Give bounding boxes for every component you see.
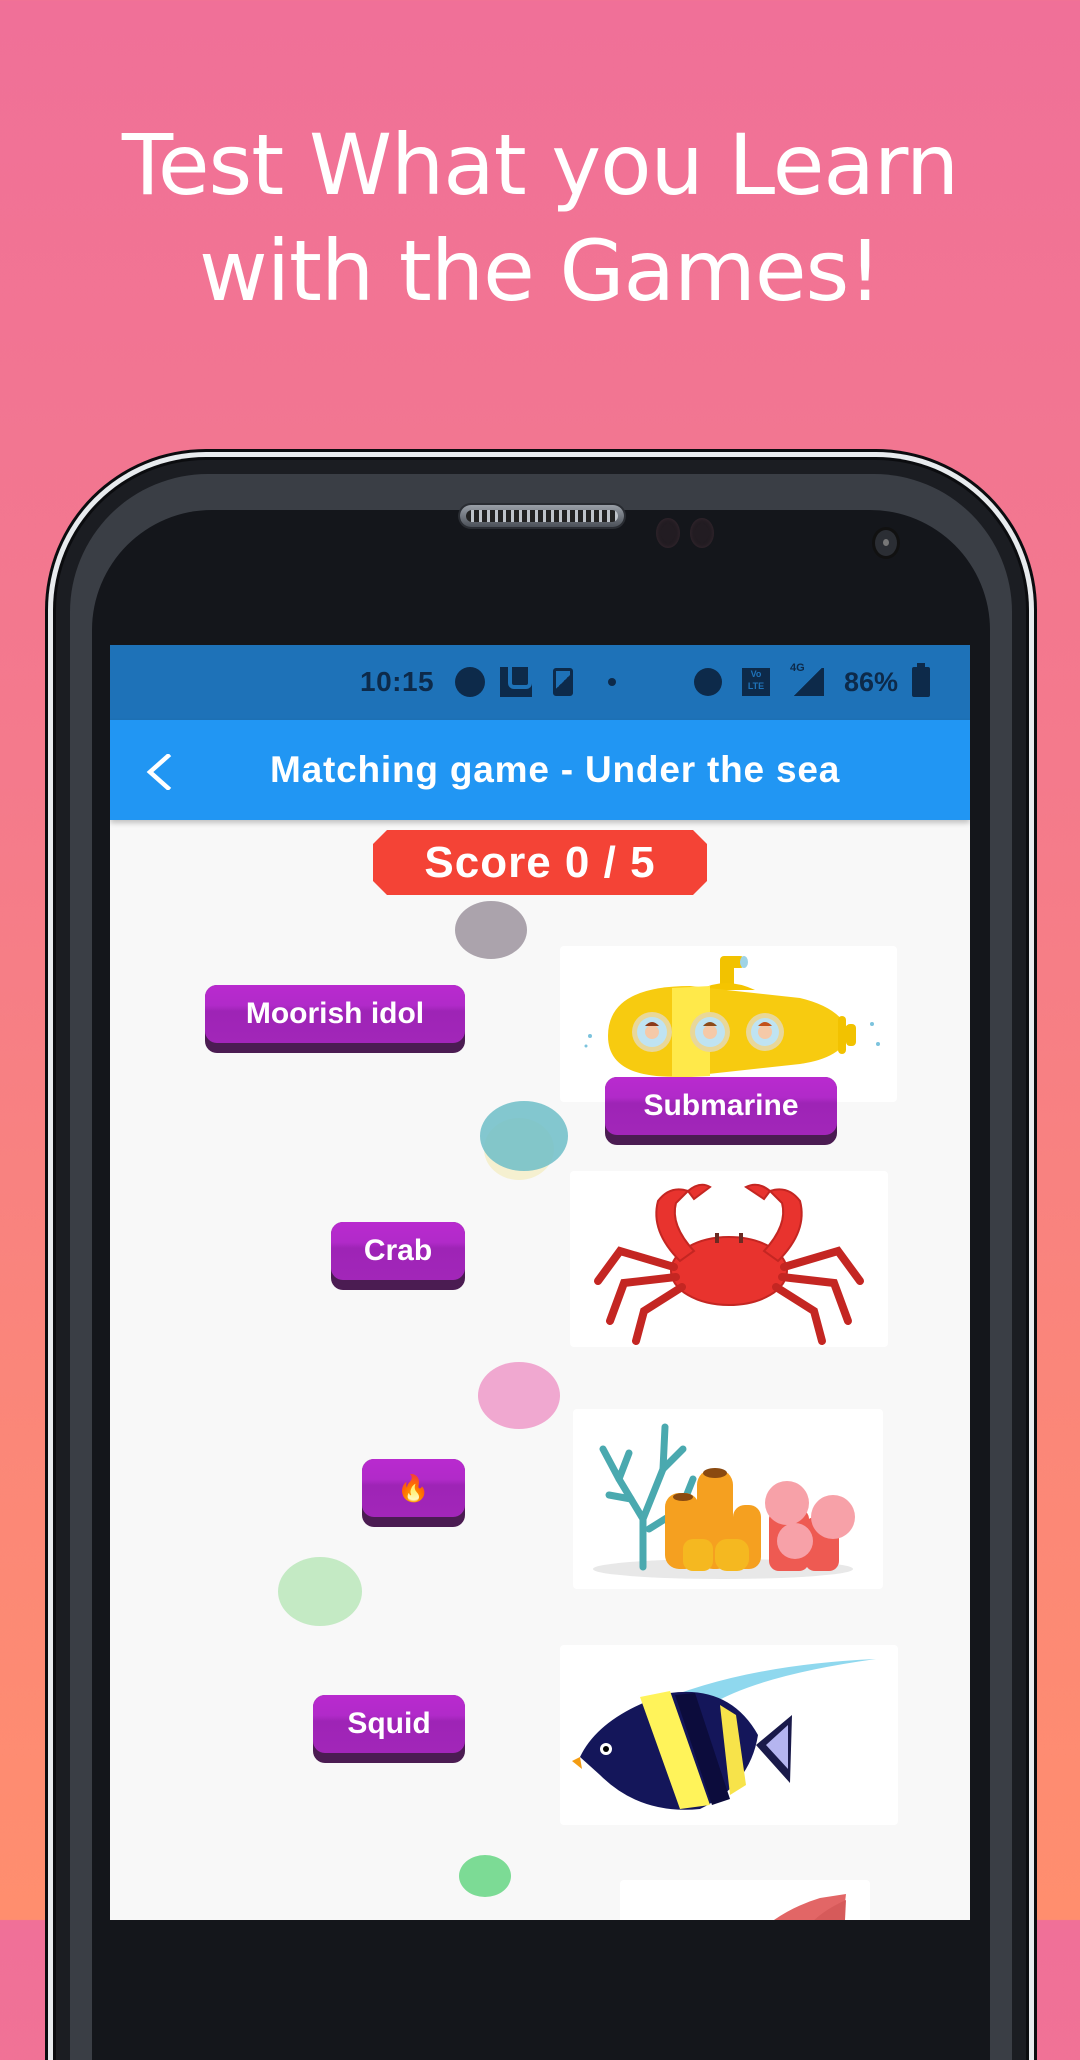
coral-reef-icon	[593, 1423, 855, 1579]
picture-squid[interactable]	[620, 1880, 870, 1920]
promo-headline-line1: Test What you Learn	[121, 116, 959, 214]
bubble-decoration	[459, 1855, 511, 1897]
alarm-icon	[694, 665, 722, 699]
battery-percent: 86%	[844, 666, 899, 697]
word-button-crab[interactable]: Crab	[331, 1222, 465, 1290]
squid-icon	[774, 1894, 846, 1920]
front-camera-icon	[875, 530, 897, 556]
chevron-left-icon	[146, 754, 172, 790]
bubble-decoration	[455, 901, 527, 959]
promo-headline: Test What you Learn with the Games!	[0, 112, 1080, 324]
app-notification-icon	[455, 665, 485, 699]
page-title: Matching game - Under the sea	[270, 749, 841, 790]
bubble-decoration	[480, 1101, 568, 1171]
phone-speaker-icon	[460, 505, 624, 527]
moorish-idol-fish-icon	[572, 1659, 876, 1810]
phone-sensor-icon	[690, 518, 714, 548]
word-button-squid[interactable]: Squid	[313, 1695, 465, 1763]
tablet-icon	[553, 665, 573, 699]
status-time: 10:15	[360, 666, 435, 697]
score-badge: Score 0 / 5	[373, 830, 707, 895]
phone-screen: 10:15 Vo LTE 4G 86% Matching game - Unde…	[110, 645, 970, 1920]
word-button-fire-emoji[interactable]: 🔥	[362, 1459, 465, 1527]
picture-moorish-idol[interactable]	[560, 1645, 898, 1825]
bubble-decoration	[278, 1557, 362, 1626]
u-app-icon	[500, 665, 532, 699]
word-button-submarine[interactable]: Submarine	[605, 1077, 837, 1145]
app-bar: Matching game - Under the sea	[110, 720, 970, 820]
crab-icon	[594, 1183, 864, 1345]
signal-4g-icon: 4G	[790, 662, 824, 699]
battery-charging-icon	[912, 663, 930, 699]
back-button[interactable]	[130, 740, 190, 800]
bubble-decoration	[478, 1362, 560, 1429]
picture-coral-reef[interactable]	[573, 1409, 883, 1589]
picture-crab[interactable]	[570, 1171, 888, 1347]
status-bar: 10:15 Vo LTE 4G 86%	[110, 645, 970, 720]
promo-headline-line2: with the Games!	[199, 222, 882, 320]
phone-sensor-icon	[656, 518, 680, 548]
word-button-moorish-idol[interactable]: Moorish idol	[205, 985, 465, 1053]
volte-icon: Vo LTE	[742, 665, 770, 699]
dot-icon	[608, 665, 616, 699]
